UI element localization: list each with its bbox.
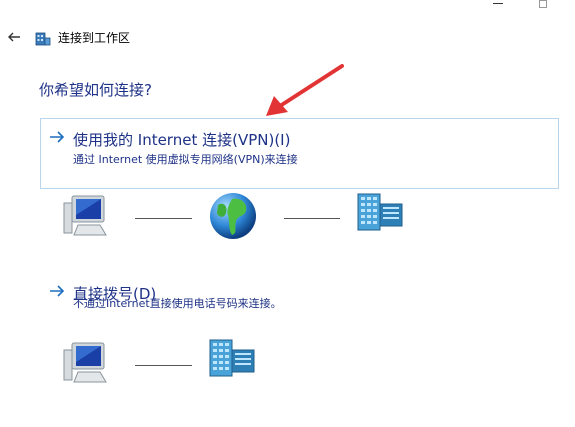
connection-line	[284, 218, 340, 219]
workplace-network-icon	[35, 32, 51, 46]
maximize-button[interactable]	[539, 0, 547, 8]
right-arrow-icon	[50, 131, 65, 143]
back-arrow-icon[interactable]	[6, 29, 22, 45]
vpn-option-title: 使用我的 Internet 连接(VPN)(I)	[73, 131, 291, 149]
window-title: 连接到工作区	[58, 31, 131, 45]
connection-line	[135, 218, 192, 219]
server-building-icon	[357, 193, 403, 231]
page-question: 你希望如何连接?	[39, 81, 152, 99]
globe-icon	[210, 193, 256, 239]
dialup-option-description: 不通过Internet直接使用电话号码来连接。	[73, 297, 282, 310]
minimize-button[interactable]	[493, 3, 503, 4]
computer-icon	[63, 342, 107, 383]
connection-line	[135, 365, 192, 366]
dialup-option[interactable]: 直接拨号(D) 不通过Internet直接使用电话号码来连接。	[40, 272, 559, 320]
server-building-icon	[209, 339, 255, 377]
right-arrow-icon	[50, 285, 65, 297]
vpn-option[interactable]: 使用我的 Internet 连接(VPN)(I) 通过 Internet 使用虚…	[40, 118, 559, 189]
computer-icon	[63, 195, 107, 236]
vpn-option-description: 通过 Internet 使用虚拟专用网络(VPN)来连接	[73, 153, 298, 166]
red-arrow-annotation	[266, 64, 344, 116]
